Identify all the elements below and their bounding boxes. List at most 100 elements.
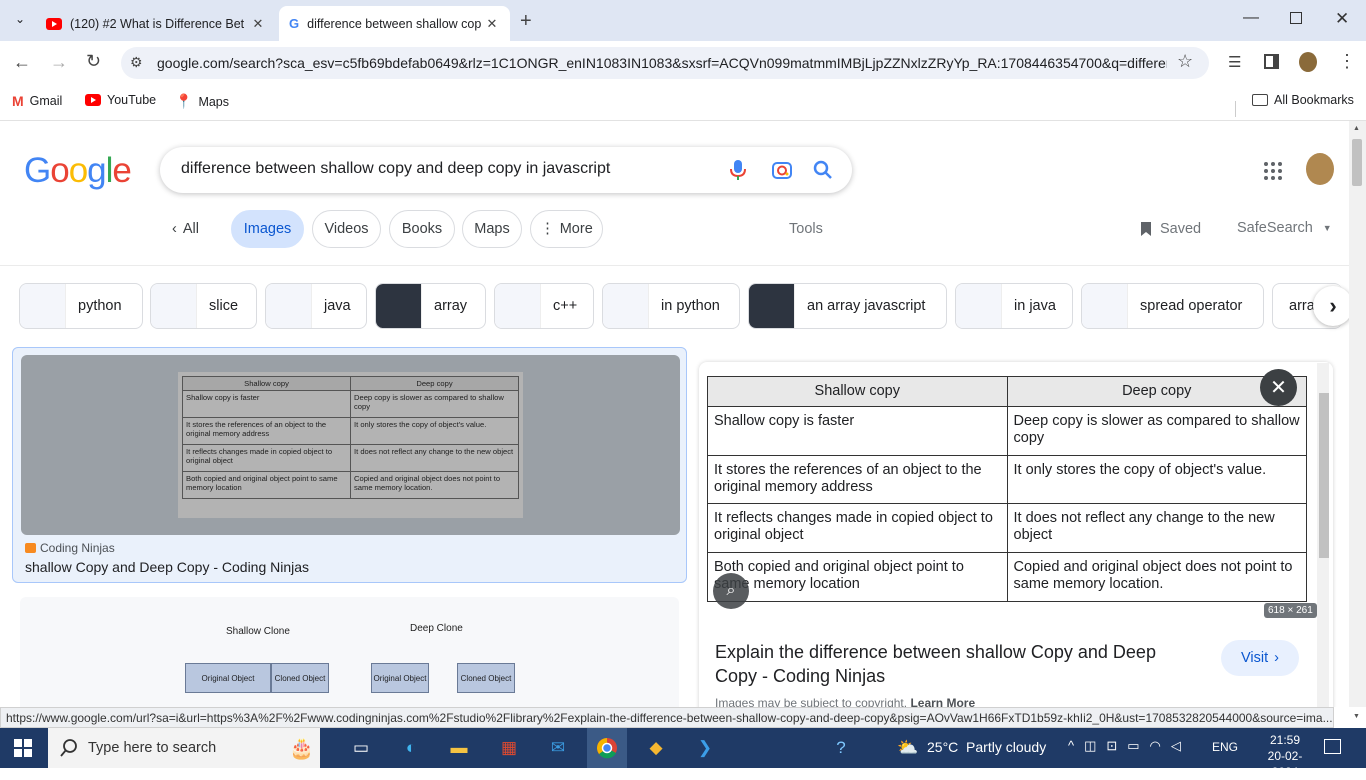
chip-slice[interactable]: slice	[150, 283, 257, 329]
minimize-icon[interactable]: —	[1243, 9, 1259, 27]
preview-image[interactable]: Shallow copy Deep copy Shallow copy is f…	[707, 376, 1308, 604]
profile-avatar[interactable]	[1299, 52, 1317, 72]
forward-icon[interactable]: →	[50, 52, 68, 73]
close-preview-icon[interactable]: ✕	[1260, 369, 1297, 406]
chip-in-python[interactable]: in python	[602, 283, 740, 329]
apps-grid-icon[interactable]	[1264, 162, 1282, 180]
tab-youtube[interactable]: (120) #2 What is Difference Bet ✕	[36, 6, 276, 41]
lens-search-icon[interactable]: ⌕	[713, 573, 749, 609]
restore-icon[interactable]	[1290, 12, 1302, 24]
tab-close-icon[interactable]: ✕	[250, 16, 266, 32]
preview-title[interactable]: Explain the difference between shallow C…	[715, 640, 1185, 688]
bookmark-youtube[interactable]: YouTube	[85, 93, 156, 107]
result-thumbnail[interactable]: Shallow copy Deep copy Shallow copy is f…	[21, 355, 680, 535]
safesearch-button[interactable]: SafeSearch ▼	[1237, 220, 1332, 236]
saved-button[interactable]: Saved	[1140, 221, 1201, 237]
new-tab-icon[interactable]: +	[520, 10, 532, 33]
taskbar-search-box[interactable]: Type here to search 🎂	[48, 728, 320, 768]
tab-search-button[interactable]: ⌄	[10, 12, 30, 30]
scroll-thumb[interactable]	[1352, 139, 1362, 186]
saved-label: Saved	[1160, 221, 1202, 237]
file-explorer-icon[interactable]: ▬	[444, 734, 474, 762]
clock[interactable]: 21:59 20-02-2024	[1260, 732, 1310, 780]
system-tray-icons[interactable]: ^◫⊡▭◠◁	[1068, 738, 1191, 754]
weather-icon[interactable]: ⛅	[893, 734, 923, 762]
media-icon[interactable]: ☰	[1228, 53, 1241, 71]
result-title[interactable]: shallow Copy and Deep Copy - Coding Ninj…	[25, 559, 309, 575]
brave-icon[interactable]: ◆	[641, 734, 671, 762]
chip-cpp[interactable]: c++	[494, 283, 594, 329]
bookmark-label: YouTube	[107, 93, 157, 107]
chip-label: python	[78, 298, 122, 314]
scroll-down-icon[interactable]: ▼	[1353, 713, 1360, 720]
tab-books[interactable]: Books	[389, 210, 455, 248]
search-icon[interactable]	[813, 160, 833, 180]
address-bar[interactable]: ⚙ google.com/search?sca_esv=c5fb69bdefab…	[121, 47, 1209, 79]
chip-in-java[interactable]: in java	[955, 283, 1073, 329]
chip-label: c++	[553, 298, 578, 314]
vscode-icon[interactable]: ❯	[690, 734, 720, 762]
mini-cell: It stores the references of an object to…	[182, 417, 351, 445]
tab-close-icon[interactable]: ✕	[484, 16, 500, 32]
help-icon[interactable]: ?	[826, 734, 856, 762]
chip-array[interactable]: array	[375, 283, 486, 329]
language-indicator[interactable]: ENG	[1212, 740, 1238, 754]
chips-next-icon[interactable]: ›	[1313, 286, 1353, 326]
edge-icon[interactable]: ◐	[396, 734, 426, 762]
close-window-icon[interactable]: ✕	[1335, 9, 1349, 29]
back-icon[interactable]: ←	[13, 52, 31, 73]
bookmark-maps[interactable]: 📍 Maps	[175, 93, 229, 110]
site-info-icon[interactable]: ⚙	[130, 54, 143, 71]
chip-label: slice	[209, 298, 239, 314]
chip-spread-operator[interactable]: spread operator	[1081, 283, 1264, 329]
side-panel-icon[interactable]	[1264, 54, 1279, 69]
task-view-icon[interactable]: ▭	[346, 734, 376, 762]
clock-date: 20-02-2024	[1267, 749, 1303, 779]
all-bookmarks[interactable]: All Bookmarks	[1252, 93, 1354, 107]
tab-more-label: More	[559, 221, 593, 237]
bookmark-star-icon[interactable]: ☆	[1177, 51, 1193, 72]
table-cell: Shallow copy is faster	[707, 406, 1008, 456]
microphone-icon[interactable]	[730, 160, 746, 180]
page-scrollbar[interactable]: ▲ ▼	[1349, 121, 1366, 720]
table-cell: Deep copy is slower as compared to shall…	[1006, 406, 1307, 456]
windows-start-icon[interactable]	[8, 734, 38, 762]
chrome-icon[interactable]	[587, 728, 627, 768]
search-input[interactable]: difference between shallow copy and deep…	[181, 160, 610, 178]
tab-maps[interactable]: Maps	[462, 210, 522, 248]
notifications-icon[interactable]	[1324, 739, 1341, 754]
url-text[interactable]: google.com/search?sca_esv=c5fb69bdefab06…	[157, 55, 1167, 71]
chip-an-array-javascript[interactable]: an array javascript	[748, 283, 947, 329]
weather-text[interactable]: 25°C Partly cloudy	[927, 739, 1046, 755]
mini-cell: Shallow copy is faster	[182, 390, 351, 418]
google-logo[interactable]: Google	[24, 151, 132, 191]
visit-button[interactable]: Visit ›	[1221, 640, 1299, 676]
store-icon[interactable]: ▦	[494, 734, 524, 762]
menu-icon[interactable]: ⋮	[1338, 51, 1356, 72]
table-cell: It does not reflect any change to the ne…	[1006, 503, 1307, 553]
lens-camera-icon[interactable]	[772, 160, 792, 180]
tab-google-search[interactable]: G difference between shallow cop ✕	[279, 6, 510, 41]
chip-python[interactable]: python	[19, 283, 143, 329]
reload-icon[interactable]: ↻	[86, 51, 101, 72]
tab-images[interactable]: Images	[231, 210, 304, 248]
learn-more-link[interactable]: Learn More	[910, 696, 975, 707]
search-box[interactable]: difference between shallow copy and deep…	[160, 147, 852, 193]
account-avatar[interactable]	[1306, 153, 1334, 185]
mail-icon[interactable]: ✉	[543, 734, 573, 762]
chip-java[interactable]: java	[265, 283, 367, 329]
tools-button[interactable]: Tools	[789, 221, 823, 237]
image-result-card[interactable]: Shallow copy Deep copy Shallow copy is f…	[12, 347, 687, 583]
image-result-card[interactable]: Shallow Clone Deep Clone Original Object…	[20, 597, 679, 707]
copyright-text: Images may be subject to copyright.	[715, 696, 908, 707]
result-source[interactable]: Coding Ninjas	[25, 541, 115, 555]
tab-all[interactable]: ‹ All	[172, 210, 199, 248]
tab-videos[interactable]: Videos	[312, 210, 381, 248]
panel-scrollbar[interactable]	[1317, 363, 1329, 707]
scroll-up-icon[interactable]: ▲	[1353, 125, 1360, 132]
copyright-note: Images may be subject to copyright. Lear…	[715, 696, 975, 707]
divider	[0, 265, 1349, 266]
bookmark-gmail[interactable]: M Gmail	[12, 93, 62, 109]
tab-more[interactable]: ⋮ More	[530, 210, 603, 248]
panel-scroll-thumb[interactable]	[1319, 393, 1329, 558]
